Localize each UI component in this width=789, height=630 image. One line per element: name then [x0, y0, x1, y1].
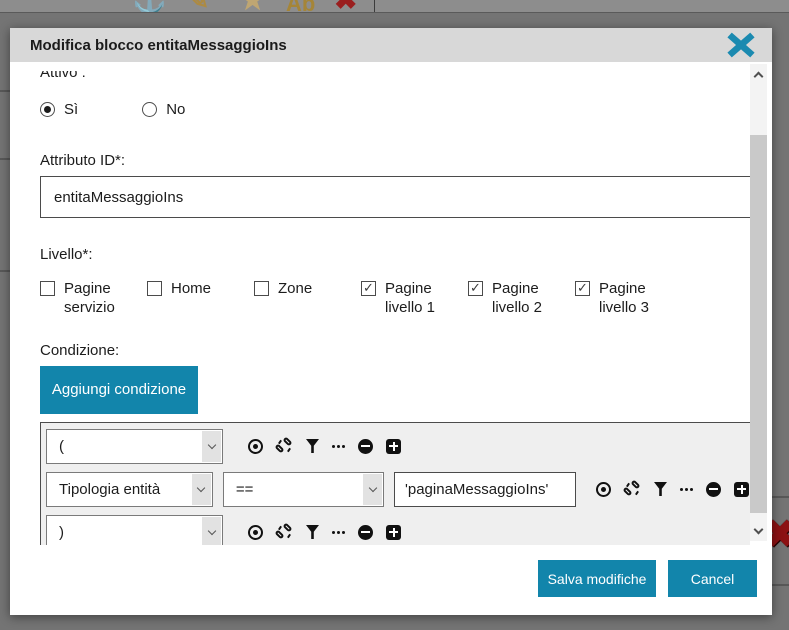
checkbox-option-zone[interactable]: Zone: [254, 280, 361, 318]
filter-icon[interactable]: [654, 482, 667, 496]
livello-checkbox-group: Pagine servizio Home Zone Pagine livello…: [40, 280, 750, 318]
radio-label-si: Sì: [64, 101, 78, 118]
ellipsis-icon[interactable]: [680, 488, 693, 491]
checkbox-label: Zone: [278, 280, 342, 299]
checkbox-pagine-livello-3[interactable]: [575, 281, 590, 296]
filter-icon[interactable]: [306, 439, 319, 453]
ellipsis-icon[interactable]: [332, 445, 345, 448]
target-icon[interactable]: [596, 482, 611, 497]
row-action-icons: [248, 438, 401, 454]
livello-label: Livello*:: [40, 246, 750, 263]
cancel-button[interactable]: Cancel: [668, 560, 757, 597]
checkbox-zone[interactable]: [254, 281, 269, 296]
add-row-icon[interactable]: [386, 525, 401, 540]
draw-icon: ✎: [186, 0, 209, 13]
background-line: [0, 270, 10, 272]
chevron-down-icon: [202, 431, 221, 462]
chevron-down-icon: [363, 474, 382, 505]
font-icon: Ab: [286, 0, 315, 13]
broken-link-icon[interactable]: [276, 524, 293, 540]
checkbox-label: Pagine livello 1: [385, 280, 449, 318]
checkbox-pagine-servizio[interactable]: [40, 281, 55, 296]
condizione-label: Condizione:: [40, 342, 750, 359]
star-icon: ★: [240, 0, 265, 13]
background-line: [0, 90, 10, 92]
chevron-down-icon: [192, 474, 211, 505]
broken-link-icon[interactable]: [624, 481, 641, 497]
modal-scrollbar[interactable]: [750, 64, 767, 541]
select-value: Tipologia entità: [59, 481, 160, 498]
radio-button-si[interactable]: [40, 102, 55, 117]
checkbox-option-home[interactable]: Home: [147, 280, 254, 318]
select-value: ==: [236, 481, 254, 498]
attivo-label: Attivo :: [40, 71, 750, 81]
condition-value-input[interactable]: [394, 472, 576, 507]
filter-icon[interactable]: [306, 525, 319, 539]
condition-builder-panel: ( Tipologia entità: [40, 422, 750, 546]
checkbox-option-pagine-livello-1[interactable]: Pagine livello 1: [361, 280, 468, 318]
radio-button-no[interactable]: [142, 102, 157, 117]
anchor-icon: ⚓: [132, 0, 167, 13]
chevron-down-icon: [202, 517, 221, 546]
select-value: ): [59, 524, 64, 541]
save-button[interactable]: Salva modifiche: [538, 560, 656, 597]
background-toolbar: ⚓ ✎ ★ Ab ✖: [0, 0, 789, 13]
remove-row-icon[interactable]: [358, 439, 373, 454]
checkbox-option-pagine-livello-3[interactable]: Pagine livello 3: [575, 280, 682, 318]
condition-operator-select[interactable]: ==: [223, 472, 384, 507]
scroll-up-icon[interactable]: [750, 64, 767, 84]
condition-row: (: [46, 429, 749, 464]
background-line: [772, 496, 789, 498]
add-row-icon[interactable]: [734, 482, 749, 497]
target-icon[interactable]: [248, 439, 263, 454]
radio-option-si[interactable]: Sì: [40, 101, 78, 118]
checkbox-pagine-livello-1[interactable]: [361, 281, 376, 296]
radio-option-no[interactable]: No: [142, 101, 185, 118]
condition-field-select[interactable]: Tipologia entità: [46, 472, 213, 507]
condition-operand-select[interactable]: (: [46, 429, 223, 464]
scrollbar-thumb[interactable]: [750, 135, 767, 513]
checkbox-label: Pagine livello 2: [492, 280, 556, 318]
dialog-title: Modifica blocco entitaMessaggioIns: [30, 37, 287, 54]
attivo-radio-group: Sì No: [40, 101, 750, 118]
edit-block-dialog: Modifica blocco entitaMessaggioIns Attiv…: [10, 28, 772, 615]
checkbox-label: Pagine livello 3: [599, 280, 663, 318]
dialog-header: Modifica blocco entitaMessaggioIns: [10, 28, 772, 62]
ellipsis-icon[interactable]: [332, 531, 345, 534]
checkbox-label: Pagine servizio: [64, 280, 128, 318]
checkbox-home[interactable]: [147, 281, 162, 296]
toolbar-divider: [374, 0, 375, 13]
attributo-id-input[interactable]: [40, 176, 750, 218]
checkbox-option-pagine-livello-2[interactable]: Pagine livello 2: [468, 280, 575, 318]
background-line: [0, 158, 10, 160]
radio-label-no: No: [166, 101, 185, 118]
row-action-icons: [248, 524, 401, 540]
dialog-scroll-content: Attivo : Sì No Attributo ID*: Livello*: …: [10, 71, 750, 545]
attributo-id-label: Attributo ID*:: [40, 152, 750, 169]
close-icon[interactable]: [726, 32, 756, 58]
background-line: [772, 584, 789, 586]
row-action-icons: [596, 481, 749, 497]
remove-row-icon[interactable]: [358, 525, 373, 540]
checkbox-pagine-livello-2[interactable]: [468, 281, 483, 296]
condition-row: ): [46, 515, 749, 546]
broken-link-icon[interactable]: [276, 438, 293, 454]
select-value: (: [59, 438, 64, 455]
remove-row-icon[interactable]: [706, 482, 721, 497]
scroll-down-icon[interactable]: [750, 521, 767, 541]
add-row-icon[interactable]: [386, 439, 401, 454]
condition-operand-select[interactable]: ): [46, 515, 223, 546]
delete-icon: ✖: [334, 0, 357, 13]
checkbox-label: Home: [171, 280, 235, 299]
target-icon[interactable]: [248, 525, 263, 540]
condition-row: Tipologia entità ==: [46, 472, 749, 507]
checkbox-option-pagine-servizio[interactable]: Pagine servizio: [40, 280, 147, 318]
add-condition-button[interactable]: Aggiungi condizione: [40, 366, 198, 414]
